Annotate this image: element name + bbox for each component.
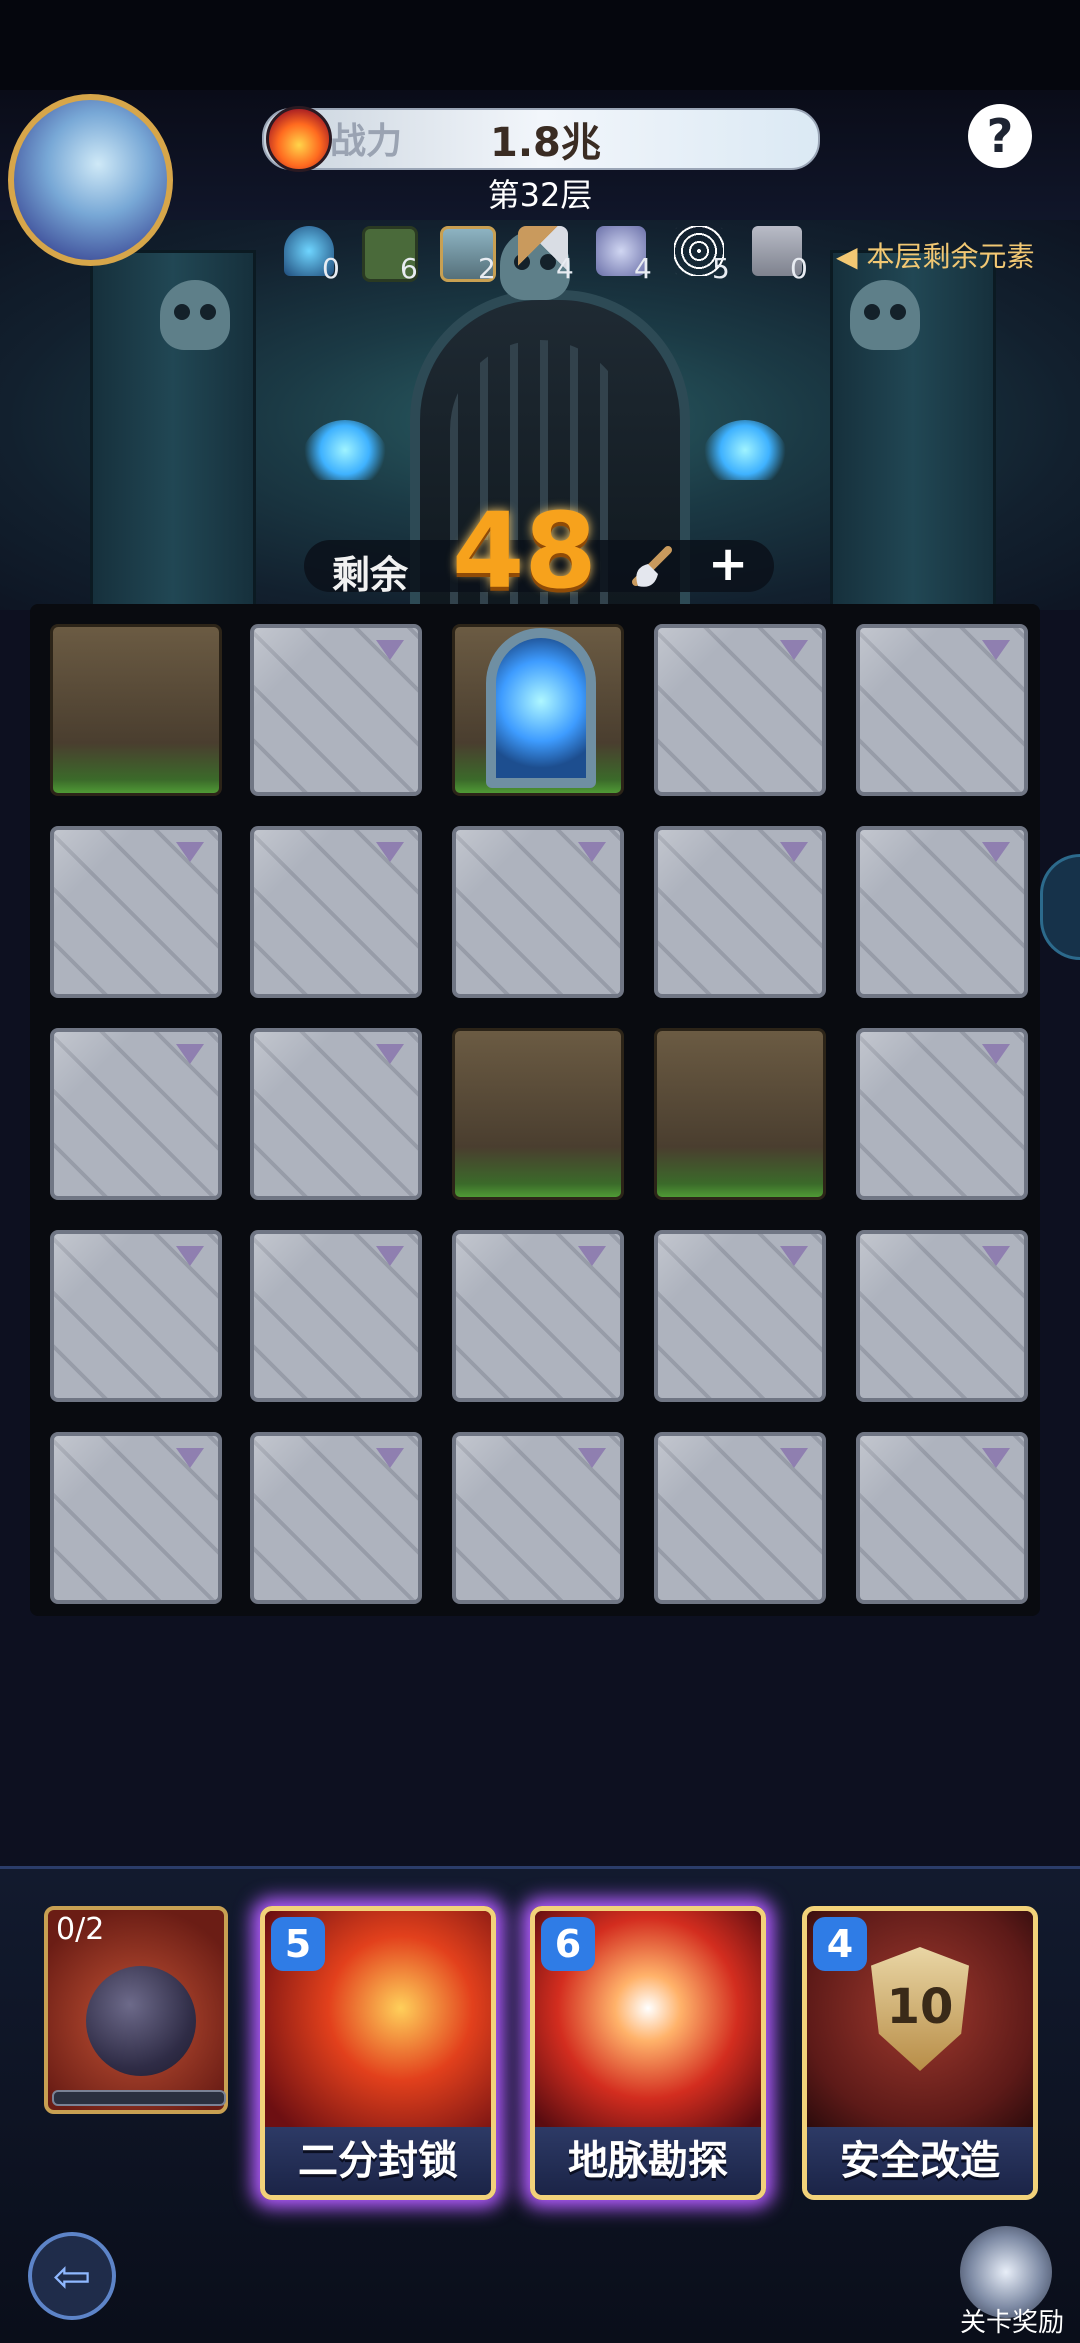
tile-dirt[interactable] [50, 624, 222, 796]
player-avatar[interactable] [8, 94, 173, 266]
skill-card-binary-lock[interactable]: 5 二分封锁 [260, 1906, 496, 2200]
tile-stone[interactable] [250, 1230, 422, 1402]
exit-button[interactable]: ⇦ [28, 2232, 116, 2320]
element-count: 4 [634, 252, 652, 285]
element-count: 5 [712, 252, 730, 285]
tile-stone[interactable] [50, 1432, 222, 1604]
tile-stone[interactable] [856, 1230, 1028, 1402]
power-label: 战力 [330, 121, 403, 162]
skill-name: 安全改造 [807, 2127, 1033, 2195]
skill-card-safe-rebuild[interactable]: 10 4 安全改造 [802, 1906, 1038, 2200]
bomb-progress-bar [52, 2090, 226, 2106]
element-blocked-tile[interactable]: 6 [358, 222, 430, 285]
remaining-elements-text: 本层剩余元素 [866, 240, 1035, 273]
skull-icon [850, 280, 920, 350]
tile-stone[interactable] [452, 1230, 624, 1402]
skill-card-earth-scan[interactable]: 6 地脉勘探 [530, 1906, 766, 2200]
element-locked-chest[interactable]: 2 [436, 222, 508, 285]
reward-label[interactable]: 关卡奖励 [960, 2302, 1064, 2339]
bomb-icon [86, 1966, 196, 2076]
skill-name: 二分封锁 [265, 2127, 491, 2195]
tile-stone[interactable] [654, 1230, 826, 1402]
shield-value: 10 [886, 1979, 954, 2035]
element-pickaxe[interactable]: 4 [514, 222, 586, 285]
skill-cost: 5 [271, 1917, 325, 1971]
element-scroll[interactable]: 0 [748, 222, 820, 285]
remaining-label: 剩余 [332, 553, 409, 597]
skull-icon [160, 280, 230, 350]
tile-stone[interactable] [452, 1432, 624, 1604]
portal-icon[interactable] [486, 628, 596, 788]
help-button[interactable]: ? [968, 104, 1032, 168]
power-value: 1.8兆 [490, 120, 601, 166]
torch-flame-icon [700, 420, 790, 480]
skill-name: 地脉勘探 [535, 2127, 761, 2195]
element-count: 4 [556, 252, 574, 285]
tile-stone[interactable] [654, 1432, 826, 1604]
element-count: 0 [322, 252, 340, 285]
element-count: 2 [478, 252, 496, 285]
tile-stone[interactable] [856, 826, 1028, 998]
tile-stone[interactable] [50, 1028, 222, 1200]
pickaxe-icon [632, 546, 672, 587]
element-count: 0 [790, 252, 808, 285]
fire-icon [266, 106, 332, 172]
tile-dirt[interactable] [654, 1028, 826, 1200]
bomb-count: 0/2 [56, 1912, 105, 1947]
tile-stone[interactable] [250, 826, 422, 998]
side-panel-tab[interactable] [1040, 854, 1080, 960]
tile-stone[interactable] [50, 1230, 222, 1402]
tile-stone[interactable] [250, 624, 422, 796]
skill-cost: 6 [541, 1917, 595, 1971]
tile-stone[interactable] [250, 1432, 422, 1604]
remaining-elements-label[interactable]: ◀ 本层剩余元素 [836, 235, 1034, 275]
tile-stone[interactable] [452, 826, 624, 998]
element-counter-row: 0 6 2 4 4 5 0 [280, 222, 820, 285]
element-count: 6 [400, 252, 418, 285]
tile-stone[interactable] [856, 1028, 1028, 1200]
remaining-count: 48 [452, 490, 597, 612]
tile-stone[interactable] [250, 1028, 422, 1200]
skill-cost: 4 [813, 1917, 867, 1971]
tile-stone[interactable] [654, 624, 826, 796]
tile-dirt[interactable] [452, 1028, 624, 1200]
torch-flame-icon [300, 420, 390, 480]
add-digs-button[interactable]: + [708, 536, 748, 592]
floor-label: 第32层 [487, 176, 593, 214]
element-portal[interactable]: 0 [280, 222, 352, 285]
status-bar [0, 0, 1080, 92]
tile-stone[interactable] [856, 624, 1028, 796]
tile-stone[interactable] [654, 826, 826, 998]
tile-stone[interactable] [856, 1432, 1028, 1604]
element-spider-web[interactable]: 5 [670, 222, 742, 285]
element-crossed-swords[interactable]: 4 [592, 222, 664, 285]
tile-stone[interactable] [50, 826, 222, 998]
